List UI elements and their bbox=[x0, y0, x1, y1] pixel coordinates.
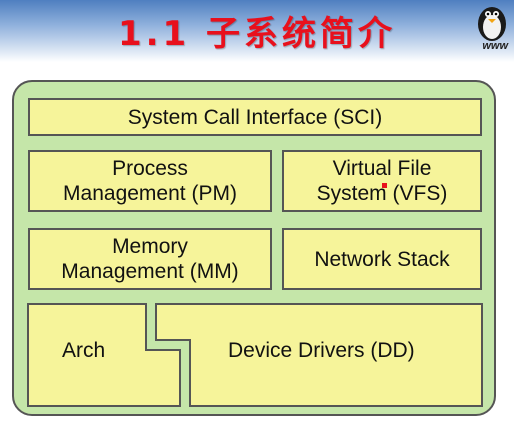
logo: www bbox=[476, 0, 512, 56]
dd-label: Device Drivers (DD) bbox=[228, 339, 415, 362]
lower-blocks bbox=[27, 303, 483, 407]
kernel-diagram: System Call Interface (SCI) Process Mana… bbox=[12, 80, 496, 416]
penguin-icon bbox=[478, 7, 506, 41]
arch-label: Arch bbox=[62, 339, 106, 362]
logo-text: www bbox=[482, 40, 508, 52]
page-title: 1.1 子系统简介 bbox=[117, 14, 397, 54]
